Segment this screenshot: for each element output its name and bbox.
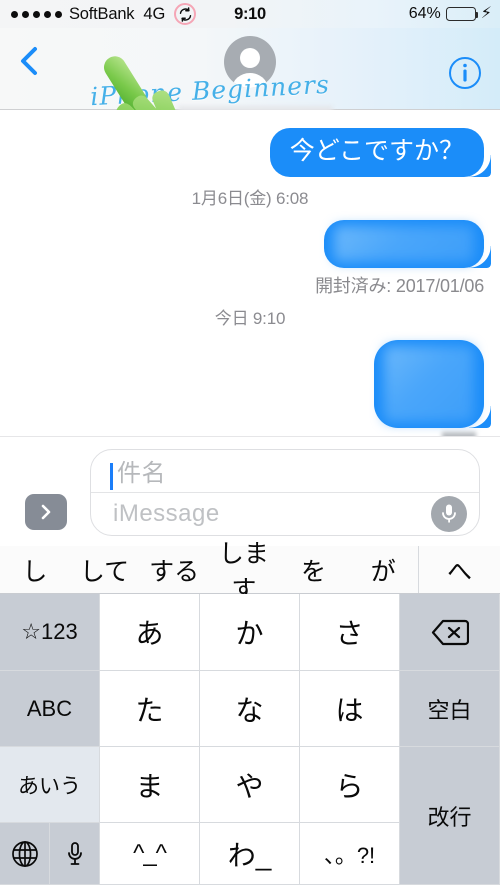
date-separator: 1月6日(金) 6:08 — [191, 189, 309, 208]
key-globe[interactable] — [0, 823, 50, 885]
key-dictation[interactable] — [50, 823, 100, 885]
keyboard-keys[interactable]: ☆123 あ か さ ABC た な は 空白 あいう ま や ら 改行 ^_^… — [0, 594, 500, 885]
date-separator: 今日 9:10 — [214, 309, 286, 328]
expand-predictions-button[interactable]: へ — [418, 546, 500, 593]
message-bubble-outgoing[interactable]: 今どこですか？ — [269, 128, 484, 177]
message-bubble-outgoing[interactable] — [374, 340, 484, 428]
key-ta-row[interactable]: た — [100, 671, 200, 747]
subject-placeholder: 件名 — [117, 460, 166, 488]
key-ma-row[interactable]: ま — [100, 747, 200, 823]
read-receipt-label: 開封済み: 2017/01/06 — [315, 276, 484, 296]
key-aiu[interactable]: あいう — [0, 747, 100, 823]
key-a-row[interactable]: あ — [100, 594, 200, 671]
japanese-keyboard[interactable]: し して する します を が へ ☆123 あ か さ ABC た な は 空… — [0, 540, 500, 885]
prediction-candidate[interactable]: し — [0, 552, 70, 588]
key-return[interactable]: 改行 — [400, 747, 500, 885]
expand-apps-button[interactable] — [25, 494, 67, 530]
battery-icon — [445, 7, 479, 21]
microphone-icon[interactable] — [431, 495, 467, 532]
message-bubble-outgoing[interactable] — [324, 220, 484, 268]
redacted-message-content — [334, 226, 474, 262]
compose-field-container: 件名 iMessage — [90, 449, 480, 536]
key-ya-row[interactable]: や — [200, 747, 300, 823]
message-thread[interactable]: 今どこですか？ 1月6日(金) 6:08 開封済み: 2017/01/06 今日… — [0, 110, 500, 441]
key-symbols-numbers[interactable]: ☆123 — [0, 594, 100, 671]
message-input-bar: 件名 iMessage — [0, 436, 500, 546]
key-sa-row[interactable]: さ — [300, 594, 400, 671]
contact-avatar[interactable] — [224, 36, 276, 88]
key-abc[interactable]: ABC — [0, 671, 100, 747]
status-bar: SoftBank 4G 9:10 64% ⚡ — [0, 0, 500, 28]
prediction-bar[interactable]: し して する します を が へ — [0, 540, 500, 604]
prediction-candidate[interactable]: を — [279, 552, 349, 588]
key-ha-row[interactable]: は — [300, 671, 400, 747]
key-wa-row[interactable]: わ_ — [200, 823, 300, 885]
message-field[interactable]: iMessage — [91, 493, 479, 536]
prediction-candidate[interactable]: して — [70, 552, 140, 588]
key-na-row[interactable]: な — [200, 671, 300, 747]
key-space[interactable]: 空白 — [400, 671, 500, 747]
back-button[interactable] — [16, 46, 42, 76]
key-kaomoji[interactable]: ^_^ — [100, 823, 200, 885]
iphone-screen: SoftBank 4G 9:10 64% ⚡ iPhone Beginners … — [0, 0, 500, 889]
prediction-candidate[interactable]: する — [139, 552, 209, 588]
conversation-details-button[interactable] — [448, 56, 482, 90]
key-delete[interactable] — [400, 594, 500, 671]
prediction-candidate[interactable]: が — [348, 552, 418, 588]
key-ra-row[interactable]: ら — [300, 747, 400, 823]
navigation-bar: iPhone Beginners — [0, 28, 500, 154]
key-punctuation[interactable]: 、。?! — [300, 823, 400, 885]
redacted-message-content — [384, 346, 474, 422]
text-caret — [110, 463, 113, 490]
subject-field[interactable]: 件名 — [91, 450, 479, 493]
message-placeholder: iMessage — [113, 499, 220, 527]
key-ka-row[interactable]: か — [200, 594, 300, 671]
clock-label: 9:10 — [234, 4, 266, 23]
